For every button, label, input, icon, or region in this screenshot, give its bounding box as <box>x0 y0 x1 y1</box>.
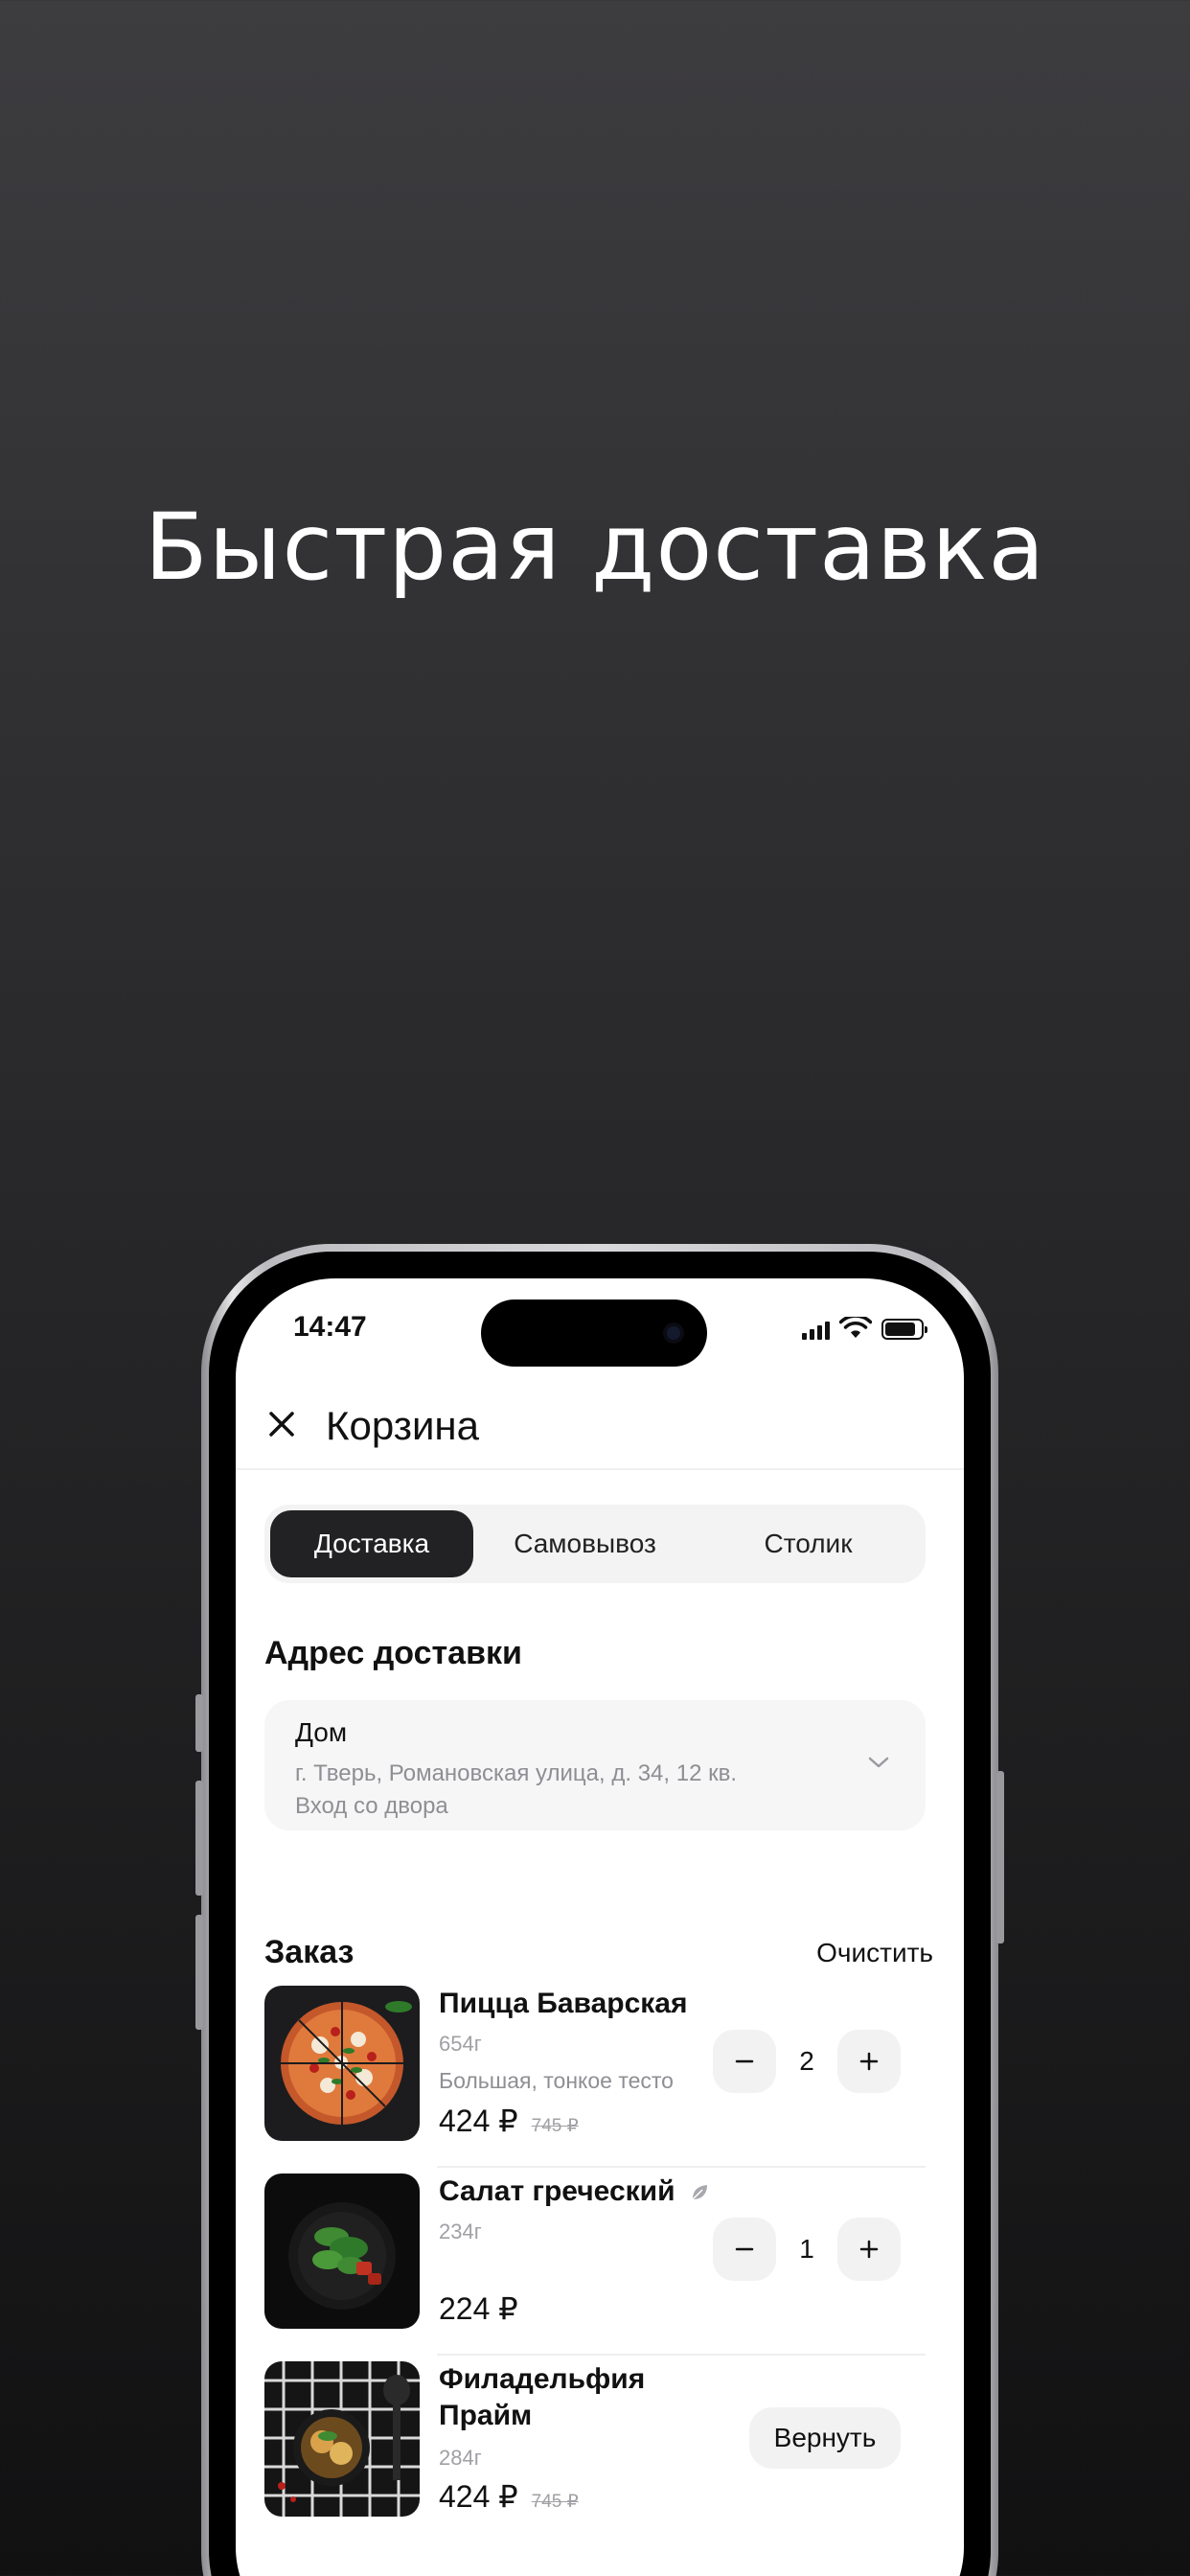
minus-button[interactable] <box>713 2218 776 2281</box>
cart-item: Салат греческий 234г 224 ₽ 1 <box>264 2174 926 2356</box>
price-row: 424 ₽ 745 ₽ <box>439 2478 579 2515</box>
plus-button[interactable] <box>837 2218 901 2281</box>
item-old-price: 745 ₽ <box>531 2116 579 2136</box>
address-section-title: Адрес доставки <box>264 1635 522 1671</box>
item-weight: 654г <box>439 2032 482 2056</box>
salad-image <box>264 2174 420 2329</box>
close-icon[interactable] <box>263 1405 301 1443</box>
tab-table[interactable]: Столик <box>697 1510 920 1577</box>
quantity-stepper: 1 <box>713 2218 901 2281</box>
status-icons <box>802 1317 927 1340</box>
address-note: Вход со двора <box>295 1793 448 1819</box>
item-weight: 284г <box>439 2446 482 2470</box>
minus-icon <box>735 2247 754 2251</box>
leaf-icon <box>692 2185 707 2200</box>
item-name: Салат греческий <box>439 2175 675 2207</box>
quantity-value: 1 <box>799 2234 814 2264</box>
battery-icon <box>881 1319 927 1340</box>
item-old-price: 745 ₽ <box>531 2492 579 2512</box>
item-name: Пицца Баварская <box>439 1988 688 2019</box>
price-row: 424 ₽ 745 ₽ <box>439 2103 579 2139</box>
item-price: 424 ₽ <box>439 2479 518 2514</box>
address-selector[interactable]: Дом г. Тверь, Романовская улица, д. 34, … <box>264 1700 926 1830</box>
tab-delivery[interactable]: Доставка <box>270 1510 473 1577</box>
dynamic-island <box>481 1300 707 1367</box>
address-line: г. Тверь, Романовская улица, д. 34, 12 к… <box>295 1760 738 1786</box>
plus-icon <box>859 2240 879 2259</box>
phone-frame: 14:47 Корзина Доставка Самовывоз Столик … <box>195 1244 1004 2576</box>
plus-button[interactable] <box>837 2030 901 2093</box>
price-row: 224 ₽ <box>439 2290 518 2327</box>
signal-icon <box>802 1321 830 1340</box>
promo-headline: Быстрая доставка <box>144 494 1046 601</box>
item-name-row: Салат греческий <box>439 2174 726 2210</box>
minus-icon <box>735 2059 754 2063</box>
item-weight: 234г <box>439 2220 482 2243</box>
cart-item: Филадельфия Прайм 284г 424 ₽ 745 ₽ Верну… <box>264 2361 926 2543</box>
tab-pickup[interactable]: Самовывоз <box>473 1510 697 1577</box>
pizza-image <box>264 1986 420 2141</box>
wifi-icon <box>839 1317 872 1338</box>
chevron-down-icon <box>868 1757 889 1768</box>
clear-cart-button[interactable]: Очистить <box>816 1938 933 1968</box>
order-section-title: Заказ <box>264 1934 355 1970</box>
item-price: 424 ₽ <box>439 2104 518 2138</box>
minus-button[interactable] <box>713 2030 776 2093</box>
item-price: 224 ₽ <box>439 2291 518 2326</box>
item-name: Филадельфия Прайм <box>439 2363 646 2431</box>
quantity-value: 2 <box>799 2046 814 2076</box>
return-item-button[interactable]: Вернуть <box>749 2407 901 2469</box>
delivery-mode-tabs: Доставка Самовывоз Столик <box>264 1505 926 1583</box>
page-title: Корзина <box>326 1403 479 1448</box>
top-bar: Корзина <box>236 1384 964 1470</box>
cart-item: Пицца Баварская 654г Большая, тонкое тес… <box>264 1986 926 2168</box>
roll-image <box>264 2361 420 2517</box>
item-description: Большая, тонкое тесто <box>439 2068 674 2093</box>
quantity-stepper: 2 <box>713 2030 901 2093</box>
app-screen: 14:47 Корзина Доставка Самовывоз Столик … <box>236 1278 964 2576</box>
status-time: 14:47 <box>293 1311 367 1343</box>
address-name: Дом <box>295 1717 348 1747</box>
plus-icon <box>859 2052 879 2071</box>
